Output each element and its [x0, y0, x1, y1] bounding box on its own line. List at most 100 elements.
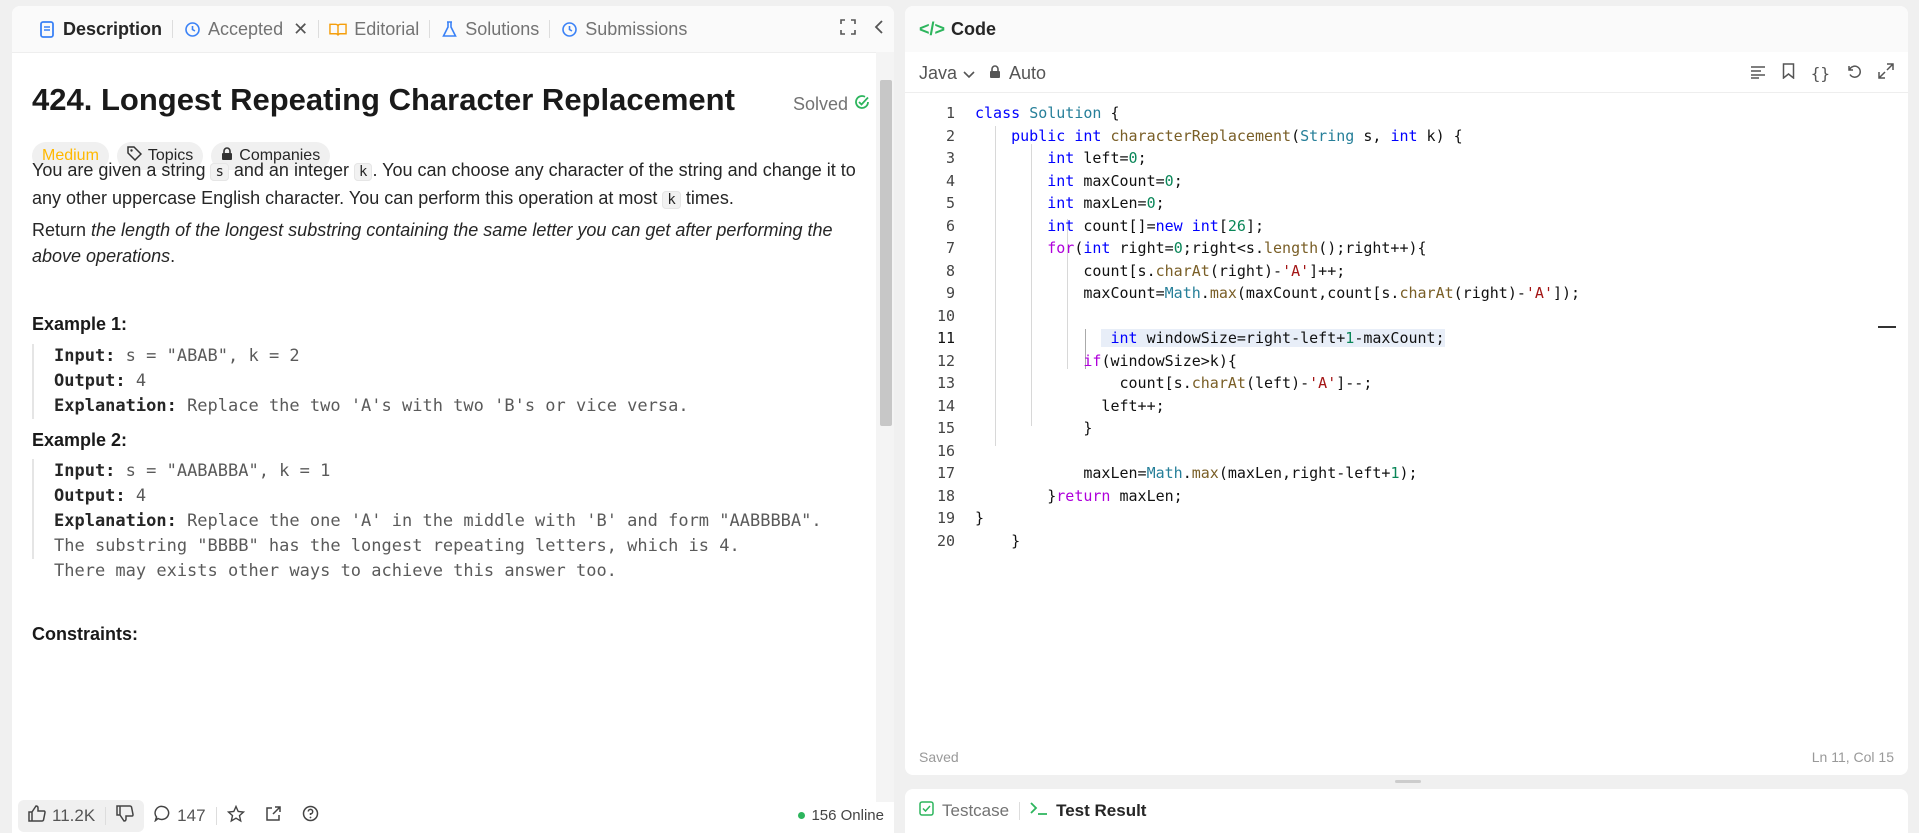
resize-handle[interactable]	[1395, 780, 1421, 783]
tab-submissions-label: Submissions	[585, 18, 688, 39]
scrollbar-thumb[interactable]	[880, 80, 892, 426]
document-icon	[38, 20, 56, 38]
favorite-button[interactable]	[217, 800, 255, 832]
code-line: count[s.charAt(right)-'A']++;	[975, 261, 1346, 280]
tab-description-label: Description	[63, 18, 163, 39]
description-scrollbar[interactable]	[876, 52, 894, 802]
flask-icon	[440, 20, 458, 38]
line-number: 7	[945, 239, 955, 257]
input-label: Input:	[54, 346, 116, 366]
star-icon	[226, 804, 245, 828]
tab-separator	[1019, 802, 1021, 820]
line-number: 4	[945, 171, 955, 190]
testcase-label: Testcase	[942, 801, 1010, 820]
line-number: 11	[936, 329, 955, 347]
braces-icon[interactable]: {}	[1811, 64, 1830, 83]
example-2-title: Example 2:	[32, 430, 128, 450]
code-icon: </>	[919, 18, 946, 39]
inline-code: k	[662, 191, 681, 209]
line-number: 5	[945, 194, 955, 212]
tab-editorial-label: Editorial	[354, 18, 420, 39]
code-editor[interactable]: 1 class Solution { 2 public int characte…	[905, 104, 1908, 554]
line-number: 12	[936, 351, 955, 370]
problem-description: 424. Longest Repeating Character Replace…	[32, 52, 870, 792]
inline-code: k	[354, 163, 373, 181]
line-number: 1	[945, 104, 955, 122]
line-number: 19	[936, 509, 955, 527]
tab-editorial[interactable]: Editorial	[319, 6, 429, 52]
line-number: 10	[936, 306, 955, 325]
mode-label: Auto	[1009, 62, 1047, 83]
explanation-value: Replace the two 'A's with two 'B's or vi…	[176, 396, 689, 416]
fullscreen-icon[interactable]	[840, 18, 856, 40]
dislike-button[interactable]	[106, 800, 144, 832]
problem-paragraph-2: Return the length of the longest substri…	[32, 217, 862, 269]
code-header: </> Code	[905, 6, 1908, 52]
example-2-explanation-line: There may exists other ways to achieve t…	[54, 561, 617, 581]
example-1-explanation: Explanation: Replace the two 'A's with t…	[54, 394, 689, 419]
comments-button[interactable]: 147	[144, 800, 215, 832]
page-title: 424. Longest Repeating Character Replace…	[32, 82, 735, 117]
output-label: Output:	[54, 371, 126, 391]
tab-solutions-label: Solutions	[465, 18, 540, 39]
tab-testcase[interactable]: Testcase	[919, 801, 1009, 821]
close-icon[interactable]: ✕	[293, 19, 308, 40]
explanation-label: Explanation:	[54, 511, 177, 531]
bookmark-icon[interactable]	[1782, 62, 1795, 84]
lock-icon	[989, 63, 1001, 84]
history-icon	[560, 20, 578, 38]
test-tab-bar: Testcase Test Result	[919, 789, 1146, 833]
cursor-position: Ln 11, Col 15	[1811, 749, 1894, 765]
chevron-down-icon	[963, 63, 975, 84]
tab-description[interactable]: Description	[28, 6, 172, 52]
code-line: count[s.charAt(left)-'A']--;	[975, 374, 1373, 392]
format-icon[interactable]	[1750, 63, 1766, 84]
comment-count: 147	[177, 806, 206, 825]
book-icon	[329, 20, 347, 38]
check-circle-icon	[854, 94, 870, 115]
line-number: 16	[936, 441, 955, 460]
input-label: Input:	[54, 461, 116, 481]
code-line: }return maxLen;	[975, 486, 1183, 505]
code-line: int windowSize=right-left+1-maxCount;	[975, 329, 1445, 347]
code-line: int maxLen=0;	[1047, 194, 1165, 212]
help-button[interactable]	[292, 800, 329, 832]
editor-actions: {}	[1750, 54, 1894, 92]
language-select[interactable]: Java	[919, 63, 975, 84]
tab-solutions[interactable]: Solutions	[430, 6, 549, 52]
code-panel: </> Code Java Auto {} 1 class Solution {…	[905, 6, 1908, 775]
terminal-icon	[1030, 801, 1048, 821]
example-1-box: Input: s = "ABAB", k = 2 Output: 4 Explana…	[32, 344, 689, 419]
online-indicator: 156 Online	[798, 807, 884, 824]
tab-submissions[interactable]: Submissions	[550, 6, 697, 52]
test-panel: Testcase Test Result	[905, 789, 1908, 833]
language-label: Java	[919, 62, 958, 83]
thumbs-down-icon	[116, 805, 134, 827]
output-value: 4	[125, 486, 147, 506]
explanation-value: Replace the one 'A' in the middle with '…	[176, 511, 822, 531]
solved-status: Solved	[793, 94, 870, 115]
vote-group: 11.2K	[18, 800, 145, 832]
like-button[interactable]: 11.2K	[18, 800, 105, 832]
history-icon	[183, 20, 201, 38]
line-number: 18	[936, 486, 955, 505]
example-1-output: Output: 4	[54, 369, 689, 394]
tab-accepted[interactable]: Accepted ✕	[173, 6, 318, 52]
code-line: int count[]=new int[26];	[1047, 216, 1264, 235]
description-footer: 11.2K 147 156 Online	[12, 799, 894, 833]
collapse-icon[interactable]	[874, 19, 884, 40]
share-button[interactable]	[255, 800, 292, 832]
reset-icon[interactable]	[1846, 63, 1862, 84]
auto-mode[interactable]: Auto	[989, 63, 1046, 84]
thumbs-up-icon	[28, 805, 46, 827]
tab-test-result[interactable]: Test Result	[1030, 801, 1146, 821]
example-1-title: Example 1:	[32, 314, 128, 334]
tab-accepted-label: Accepted	[208, 18, 284, 39]
editor-toolbar: Java Auto {}	[905, 54, 1908, 93]
line-number: 13	[936, 374, 955, 392]
inline-code: s	[210, 163, 229, 181]
expand-icon[interactable]	[1878, 62, 1894, 84]
code-line: }	[975, 419, 1093, 437]
online-dot-icon	[798, 812, 806, 819]
code-line: }	[975, 509, 985, 527]
